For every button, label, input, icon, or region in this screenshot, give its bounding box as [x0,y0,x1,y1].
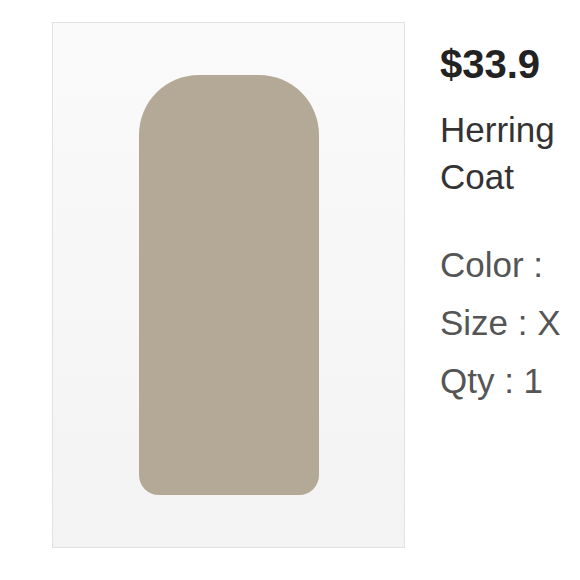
product-price: $33.9 [440,40,580,88]
detail-row: Qty : 1 [440,360,580,402]
product-photo[interactable] [52,22,405,548]
product-title: HerringCoat [440,106,580,200]
product-details: Color : Size : X Qty : 1 [440,244,580,402]
title-line: Coat [440,153,580,200]
detail-row: Size : X [440,302,580,344]
product-page: $33.9 HerringCoat Color : Size : X Qty : 1 [0,0,580,580]
title-line: Herring [440,106,580,153]
detail-row: Color : [440,244,580,286]
model-figure [139,75,319,495]
product-info: $33.9 HerringCoat Color : Size : X Qty : 1 [440,22,580,580]
